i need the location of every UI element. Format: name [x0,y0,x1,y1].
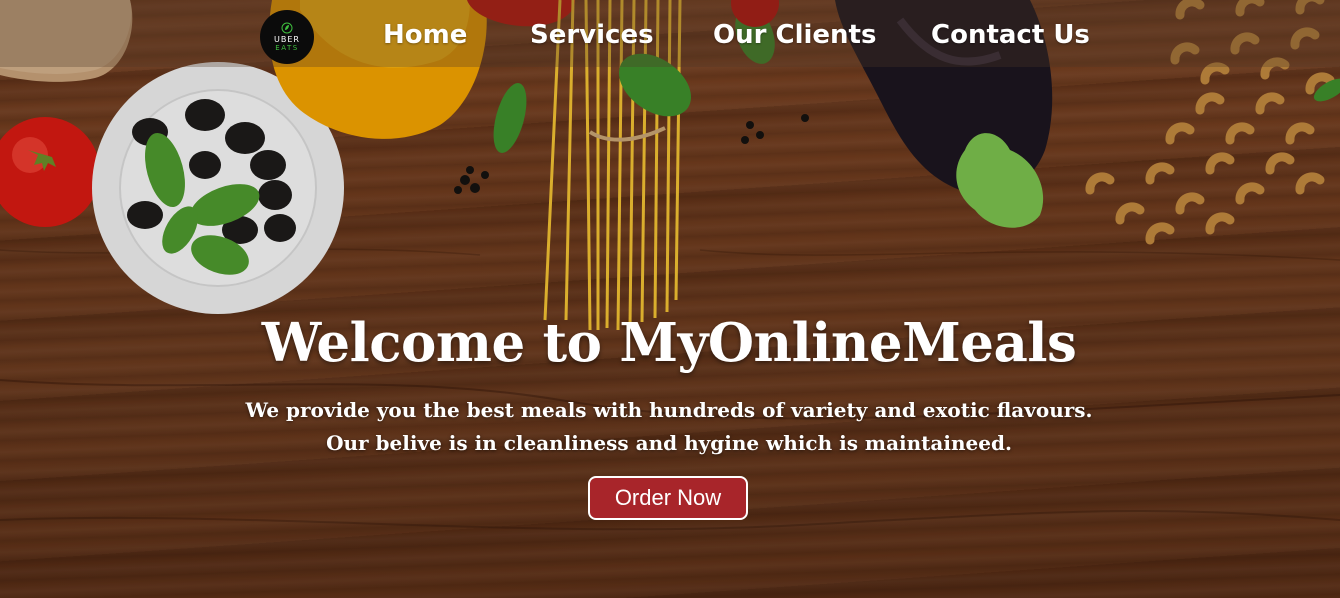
hero-subtitle-line-2: Our belive is in cleanliness and hygine … [326,431,1012,455]
logo-text-uber: UBER [274,35,300,44]
nav-contact-us[interactable]: Contact Us [931,20,1090,50]
leaf-icon [281,22,293,34]
order-now-button[interactable]: Order Now [588,476,748,520]
logo-text-eats: EATS [275,44,299,52]
hero-subtitle-line-1: We provide you the best meals with hundr… [245,398,1093,422]
nav-services[interactable]: Services [530,20,654,50]
navbar: UBER EATS Home Services Our Clients Cont… [0,0,1340,67]
nav-our-clients[interactable]: Our Clients [713,20,876,50]
page: UBER EATS Home Services Our Clients Cont… [0,0,1340,598]
nav-home[interactable]: Home [383,20,467,50]
uber-eats-logo[interactable]: UBER EATS [260,10,314,64]
hero-title: Welcome to MyOnlineMeals [261,312,1077,374]
